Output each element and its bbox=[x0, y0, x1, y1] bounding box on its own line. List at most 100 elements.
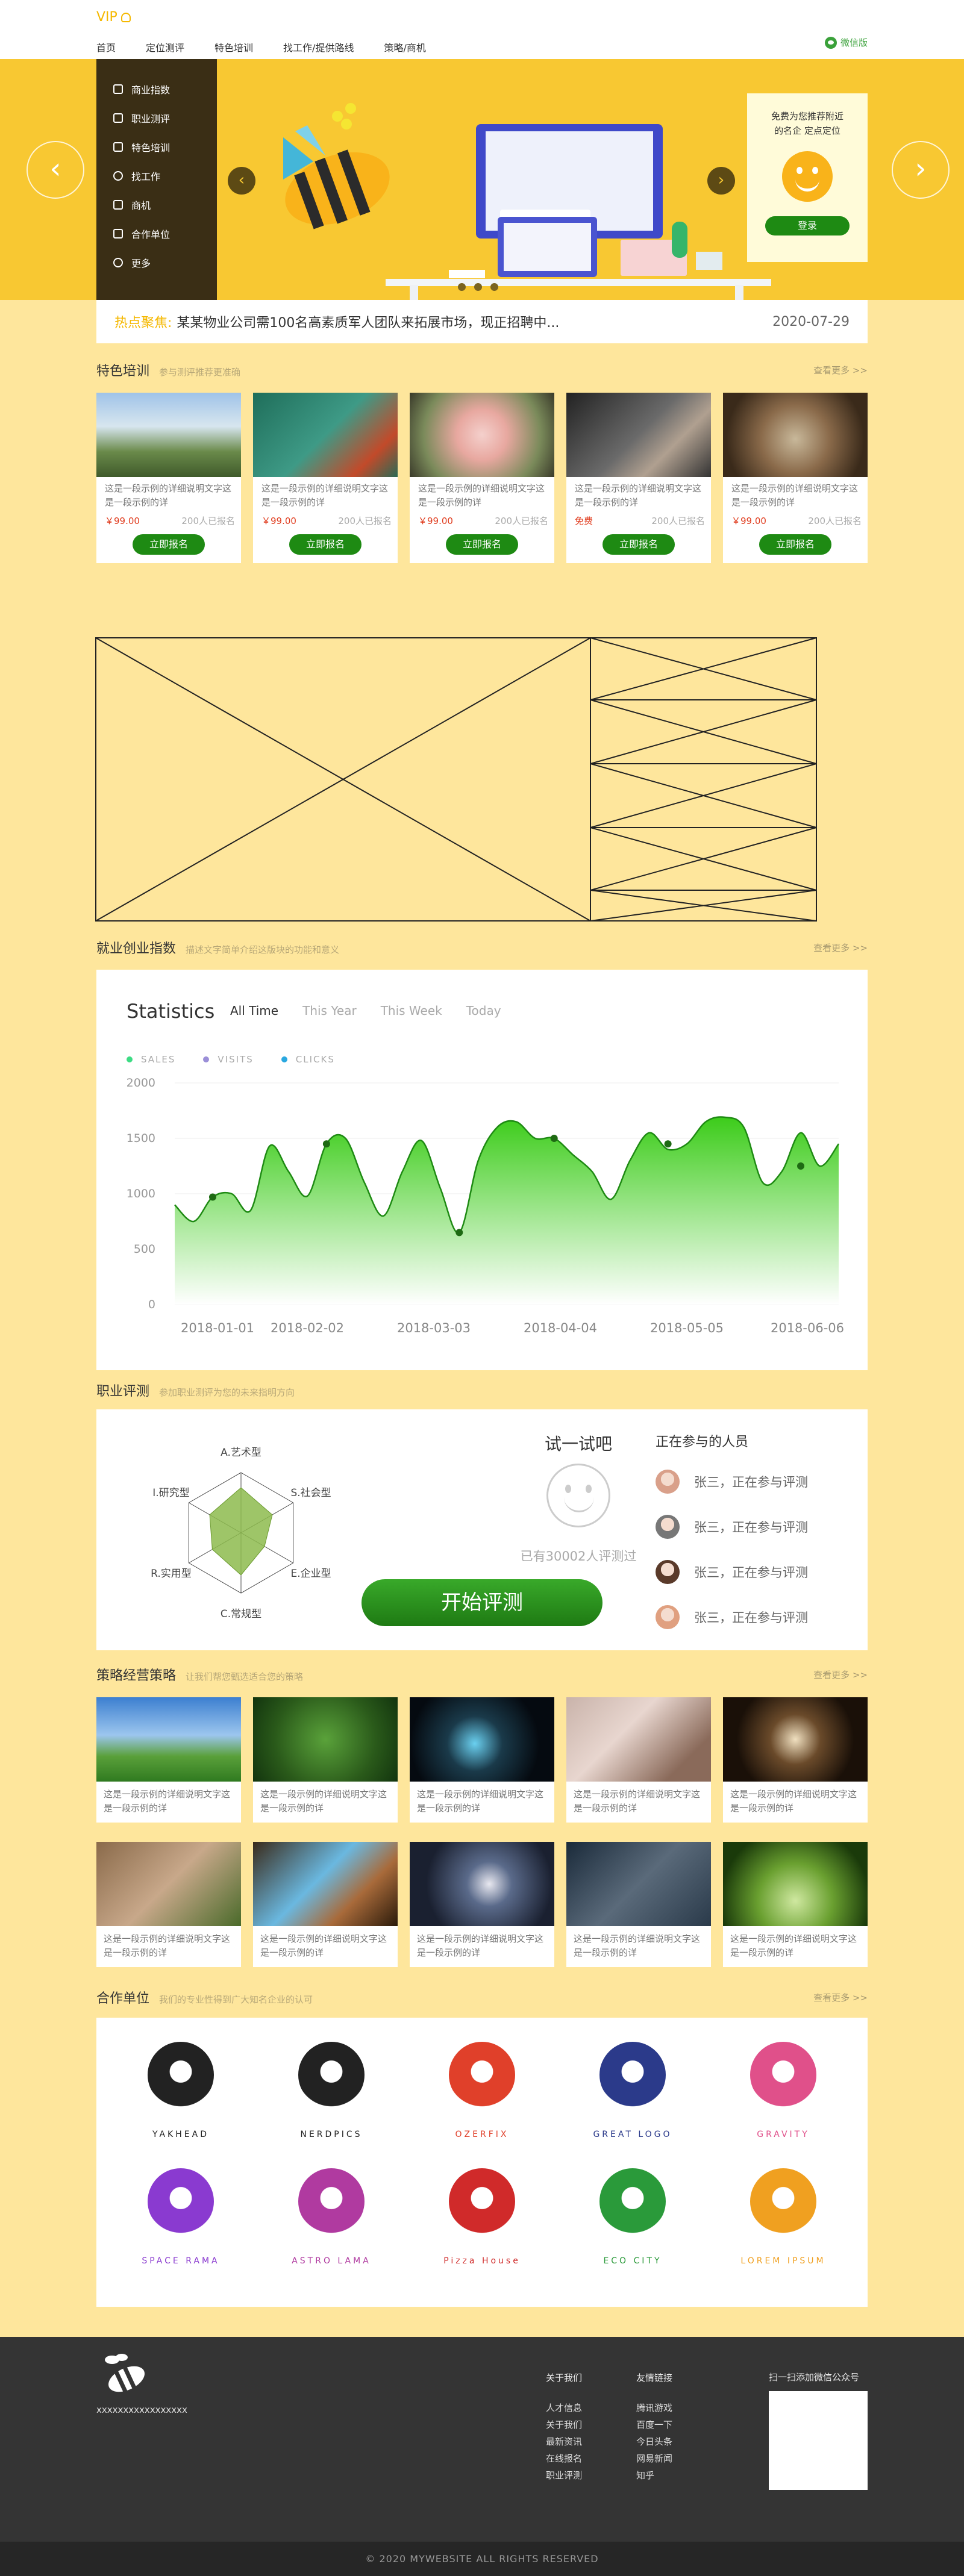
partner-logo[interactable]: GREAT LOGO bbox=[578, 2042, 687, 2144]
strategy-card[interactable]: 这是一段示例的详细说明文字这是一段示例的详 bbox=[253, 1842, 398, 1967]
footer-link[interactable]: 职业评测 bbox=[546, 2467, 582, 2484]
strategy-more-link[interactable]: 查看更多 >> bbox=[813, 1668, 868, 1681]
data-point[interactable] bbox=[550, 1135, 558, 1142]
strategy-card[interactable]: 这是一段示例的详细说明文字这是一段示例的详 bbox=[410, 1697, 554, 1823]
radar-label: S.社会型 bbox=[290, 1487, 331, 1499]
participant-text: 张三，正在参与评测 bbox=[694, 1520, 808, 1535]
slide-prev-arrow[interactable]: ‹ bbox=[228, 167, 255, 195]
logo-mark-icon bbox=[599, 2042, 666, 2108]
menu-item-partners[interactable]: 合作单位 bbox=[96, 219, 217, 248]
nav-assessment[interactable]: 定位测评 bbox=[146, 40, 184, 54]
partner-logo[interactable]: OZERFIX bbox=[428, 2042, 536, 2144]
login-button[interactable]: 登录 bbox=[765, 216, 850, 235]
menu-item-jobs[interactable]: 找工作 bbox=[96, 161, 217, 190]
data-point[interactable] bbox=[664, 1140, 672, 1148]
data-point[interactable] bbox=[797, 1162, 805, 1170]
footer-link[interactable]: 百度一下 bbox=[636, 2416, 672, 2433]
partner-logo[interactable]: GRAVITY bbox=[729, 2042, 837, 2144]
strategy-card[interactable]: 这是一段示例的详细说明文字这是一段示例的详 bbox=[723, 1697, 868, 1823]
card-enrolled-count: 200人已报名 bbox=[808, 516, 862, 526]
section-subtitle: 让我们帮您甄选适合您的策略 bbox=[186, 1671, 304, 1682]
start-test-button[interactable]: 开始评测 bbox=[362, 1579, 602, 1626]
logo-name: YAKHEAD bbox=[152, 2130, 209, 2139]
enroll-button[interactable]: 立即报名 bbox=[289, 534, 362, 555]
data-point[interactable] bbox=[208, 1193, 216, 1201]
training-card[interactable]: 这是一段示例的详细说明文字这是一段示例的详 ￥99.00 200人已报名 立即报名 bbox=[96, 393, 241, 563]
nav-home[interactable]: 首页 bbox=[96, 40, 116, 54]
training-more-link[interactable]: 查看更多 >> bbox=[813, 364, 868, 376]
partner-logo[interactable]: Pizza House bbox=[428, 2168, 536, 2271]
footer-link[interactable]: 关于我们 bbox=[546, 2416, 582, 2433]
footer-link[interactable]: 网易新闻 bbox=[636, 2450, 672, 2467]
partner-logo[interactable]: LOREM IPSUM bbox=[729, 2168, 837, 2271]
strategy-image bbox=[566, 1697, 711, 1782]
news-headline[interactable]: 某某物业公司需100名高素质军人团队来拓展市场，现正招聘中... bbox=[177, 312, 559, 331]
participant-text: 张三，正在参与评测 bbox=[694, 1475, 808, 1489]
footer-about-column: 关于我们 人才信息 关于我们 最新资讯 在线报名 职业评测 bbox=[546, 2369, 582, 2484]
enroll-button[interactable]: 立即报名 bbox=[759, 534, 831, 555]
news-date: 2020-07-29 bbox=[772, 314, 850, 329]
x-tick-label: 2018-03-03 bbox=[397, 1321, 471, 1335]
carousel-dot[interactable] bbox=[490, 283, 498, 291]
footer-link[interactable]: 知乎 bbox=[636, 2467, 672, 2484]
card-enrolled-count: 200人已报名 bbox=[181, 516, 235, 526]
partner-logo[interactable]: ECO CITY bbox=[578, 2168, 687, 2271]
training-card[interactable]: 这是一段示例的详细说明文字这是一段示例的详 ￥99.00 200人已报名 立即报名 bbox=[253, 393, 398, 563]
menu-item-opportunity[interactable]: 商机 bbox=[96, 190, 217, 219]
strategy-card[interactable]: 这是一段示例的详细说明文字这是一段示例的详 bbox=[96, 1842, 241, 1967]
strategy-card[interactable]: 这是一段示例的详细说明文字这是一段示例的详 bbox=[566, 1842, 711, 1967]
card-description: 这是一段示例的详细说明文字这是一段示例的详 bbox=[731, 483, 859, 508]
partner-logo[interactable]: ASTRO LAMA bbox=[277, 2168, 386, 2271]
data-point[interactable] bbox=[322, 1140, 330, 1148]
banner-prev-button[interactable]: ‹ bbox=[27, 141, 84, 199]
menu-item-more[interactable]: 更多 bbox=[96, 248, 217, 277]
wechat-version-link[interactable]: 微信版 bbox=[824, 36, 868, 49]
slide-next-arrow[interactable]: › bbox=[707, 167, 735, 195]
nav-jobs[interactable]: 找工作/提供路线 bbox=[283, 40, 354, 54]
nav-strategy[interactable]: 策略/商机 bbox=[384, 40, 425, 54]
participant-row: 张三，正在参与评测 bbox=[656, 1470, 808, 1494]
card-description: 这是一段示例的详细说明文字这是一段示例的详 bbox=[417, 1933, 544, 1958]
enroll-button[interactable]: 立即报名 bbox=[446, 534, 518, 555]
vip-link[interactable]: VIP bbox=[96, 10, 131, 25]
menu-item-training[interactable]: 特色培训 bbox=[96, 133, 217, 161]
radar-label: R.实用型 bbox=[151, 1568, 192, 1580]
footer-link[interactable]: 腾讯游戏 bbox=[636, 2400, 672, 2416]
partner-logo[interactable]: NERDPICS bbox=[277, 2042, 386, 2144]
strategy-card[interactable]: 这是一段示例的详细说明文字这是一段示例的详 bbox=[253, 1697, 398, 1823]
carousel-dot[interactable] bbox=[458, 283, 466, 291]
employment-more-link[interactable]: 查看更多 >> bbox=[813, 941, 868, 954]
menu-item-career-test[interactable]: 职业测评 bbox=[96, 104, 217, 133]
training-card[interactable]: 这是一段示例的详细说明文字这是一段示例的详 免费 200人已报名 立即报名 bbox=[566, 393, 711, 563]
footer-tagline: xxxxxxxxxxxxxxxxx bbox=[96, 2404, 187, 2415]
banner-next-button[interactable]: › bbox=[892, 141, 950, 199]
radar-label: A.艺术型 bbox=[221, 1447, 261, 1459]
x-tick-label: 2018-06-06 bbox=[771, 1321, 844, 1335]
logo-name: NERDPICS bbox=[300, 2130, 363, 2139]
menu-item-business-index[interactable]: 商业指数 bbox=[96, 75, 217, 104]
enroll-button[interactable]: 立即报名 bbox=[133, 534, 205, 555]
strategy-section-header: 策略经营策略 让我们帮您甄选适合您的策略 bbox=[96, 1665, 303, 1683]
partner-logo[interactable]: SPACE RAMA bbox=[127, 2168, 235, 2271]
logo-mark-icon bbox=[449, 2042, 515, 2108]
strategy-card[interactable]: 这是一段示例的详细说明文字这是一段示例的详 bbox=[723, 1842, 868, 1967]
user-icon bbox=[120, 12, 131, 22]
footer-link[interactable]: 今日头条 bbox=[636, 2433, 672, 2450]
carousel-dot[interactable] bbox=[474, 283, 482, 291]
partner-logo[interactable]: YAKHEAD bbox=[127, 2042, 235, 2144]
training-card[interactable]: 这是一段示例的详细说明文字这是一段示例的详 ￥99.00 200人已报名 立即报名 bbox=[410, 393, 554, 563]
qr-title: 扫一扫添加微信公众号 bbox=[769, 2372, 860, 2383]
nav-training[interactable]: 特色培训 bbox=[214, 40, 253, 54]
partners-more-link[interactable]: 查看更多 >> bbox=[813, 1991, 868, 2004]
footer-link[interactable]: 在线报名 bbox=[546, 2450, 582, 2467]
strategy-card[interactable]: 这是一段示例的详细说明文字这是一段示例的详 bbox=[96, 1697, 241, 1823]
strategy-card[interactable]: 这是一段示例的详细说明文字这是一段示例的详 bbox=[566, 1697, 711, 1823]
category-menu: 商业指数 职业测评 特色培训 找工作 商机 合作单位 更多 bbox=[96, 59, 217, 300]
footer-link[interactable]: 最新资讯 bbox=[546, 2433, 582, 2450]
enroll-button[interactable]: 立即报名 bbox=[602, 534, 675, 555]
training-card[interactable]: 这是一段示例的详细说明文字这是一段示例的详 ￥99.00 200人已报名 立即报名 bbox=[723, 393, 868, 563]
strategy-image bbox=[96, 1842, 241, 1926]
footer-link[interactable]: 人才信息 bbox=[546, 2400, 582, 2416]
strategy-card[interactable]: 这是一段示例的详细说明文字这是一段示例的详 bbox=[410, 1842, 554, 1967]
data-point[interactable] bbox=[455, 1229, 463, 1237]
